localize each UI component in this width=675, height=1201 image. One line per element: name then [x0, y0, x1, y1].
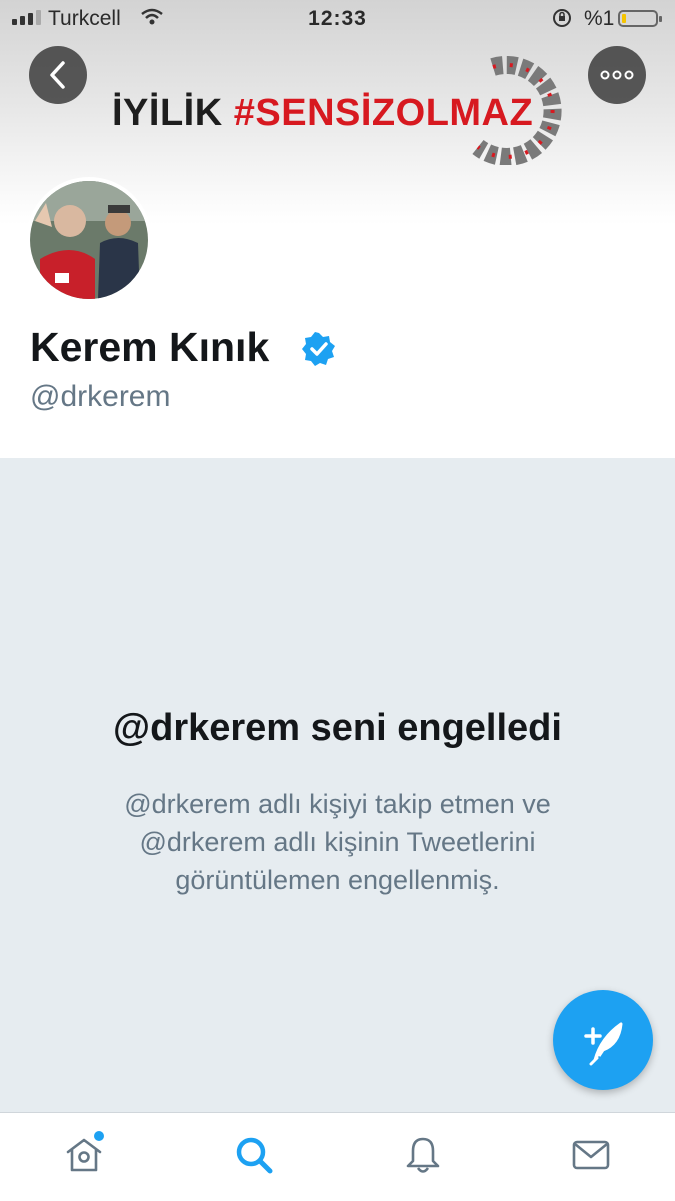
crescent-photo-collage-logo	[472, 56, 562, 165]
profile-avatar[interactable]	[26, 177, 152, 303]
bell-icon	[406, 1137, 440, 1173]
compose-tweet-button[interactable]	[553, 990, 653, 1090]
compose-tweet-icon	[584, 1022, 623, 1066]
user-handle: @drkerem	[30, 380, 171, 413]
bottom-tab-bar	[0, 1112, 675, 1201]
status-bar: Turkcell 12:33 %1	[0, 0, 675, 38]
more-options-button[interactable]	[588, 46, 646, 104]
avatar-photo	[30, 181, 148, 299]
home-notification-dot	[94, 1131, 104, 1141]
orientation-lock-icon	[551, 7, 573, 35]
display-name: Kerem Kınık	[30, 324, 270, 370]
battery-percent: %1	[584, 7, 615, 30]
tab-messages[interactable]	[569, 1133, 613, 1177]
banner-slogan-part1: İYİLİK	[112, 92, 223, 134]
back-button[interactable]	[29, 46, 87, 104]
tab-notifications[interactable]	[401, 1133, 445, 1177]
home-icon	[66, 1138, 102, 1172]
blocked-notice-title: @drkerem seni engelledi	[113, 707, 562, 749]
verified-badge-icon	[302, 332, 335, 366]
blocked-notice-description: @drkerem adlı kişiyi takip etmen ve @drk…	[124, 789, 551, 895]
chevron-left-icon	[50, 61, 65, 89]
more-horizontal-icon	[600, 70, 634, 80]
mail-icon	[572, 1140, 610, 1170]
clock: 12:33	[308, 7, 367, 30]
battery-icon	[618, 10, 662, 27]
tab-search[interactable]	[232, 1133, 276, 1177]
search-icon	[236, 1137, 273, 1174]
